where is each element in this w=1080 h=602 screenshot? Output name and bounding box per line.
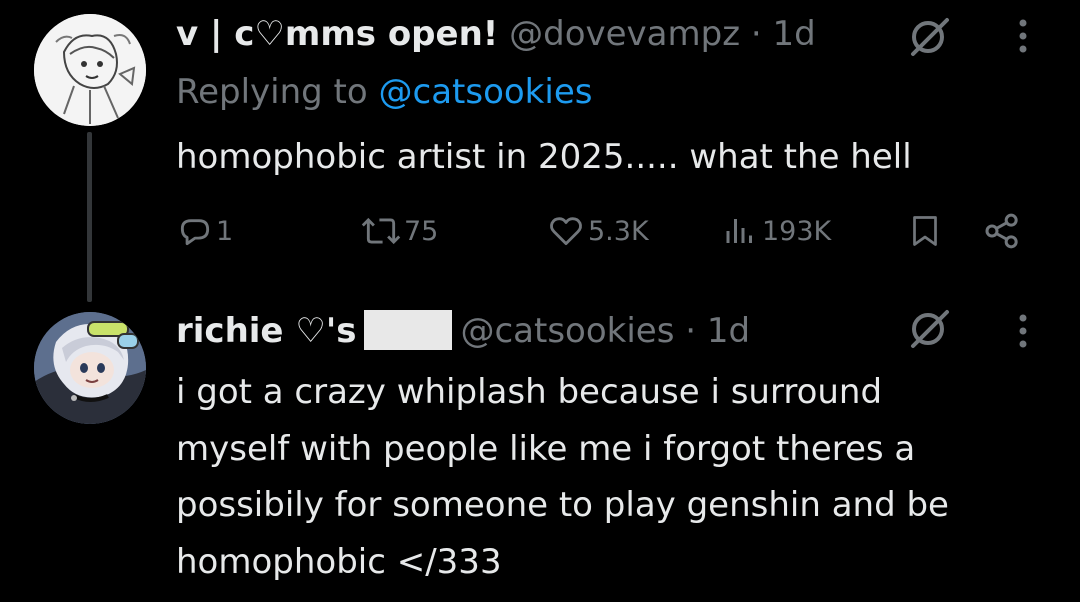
views-count: 193K [762,215,832,247]
repost-button[interactable]: 75 [358,212,438,250]
repost-icon [361,217,401,245]
tweet-text-line: myself with people like me i forgot ther… [176,428,916,469]
share-button[interactable] [982,211,1022,251]
main-tweet[interactable]: richie ♡'s @catsookies · 1d i got a crazy… [0,300,1080,602]
avatar[interactable] [34,14,146,126]
grok-icon[interactable] [904,14,954,62]
separator-dot: · [750,14,762,54]
avatar-image [34,14,146,126]
avatar[interactable] [34,312,146,424]
reply-button[interactable]: 1 [176,212,233,250]
repost-count: 75 [404,215,439,247]
display-name[interactable]: v | c♡mms open! [176,14,498,54]
tweet-text-line: i got a crazy whiplash because i surroun… [176,372,883,412]
user-handle[interactable]: @dovevampz [509,14,740,54]
tweet-text-line: possibily for someone to play genshin an… [176,485,949,525]
more-icon[interactable] [1012,17,1034,61]
bookmark-icon [913,216,937,246]
display-name[interactable]: richie ♡'s [176,311,356,351]
views-icon [726,219,752,243]
like-icon [550,217,582,246]
replying-to-line: Replying to @catsookies [176,72,592,112]
avatar-image [34,312,146,424]
like-count: 5.3K [588,215,649,247]
timestamp[interactable]: 1d [772,14,815,54]
tweet-text-line: homophobic </333 [176,541,502,582]
tweet-text: i got a crazy whiplash because i surroun… [176,364,949,590]
reply-icon [180,219,210,246]
bookmark-button[interactable] [907,211,943,251]
redacted-block [364,310,453,350]
views-button[interactable]: 193K [722,212,831,250]
timestamp[interactable]: 1d [707,311,750,351]
tweet-header: richie ♡'s @catsookies · 1d [176,310,750,351]
like-button[interactable]: 5.3K [546,212,649,250]
separator-dot: · [685,311,697,351]
tweet-header: v | c♡mms open! @dovevampz · 1d [176,14,816,54]
tweet-text: homophobic artist in 2025..... what the … [176,137,912,177]
share-icon [985,213,1018,249]
user-handle[interactable]: @catsookies [460,311,674,351]
replying-to-mention[interactable]: @catsookies [379,72,593,112]
more-icon[interactable] [1012,312,1034,356]
replying-to-label: Replying to [176,72,368,112]
grok-icon[interactable] [904,306,954,354]
reply-count: 1 [216,215,234,247]
reply-tweet[interactable]: v | c♡mms open! @dovevampz · 1d Replying… [0,0,1080,300]
